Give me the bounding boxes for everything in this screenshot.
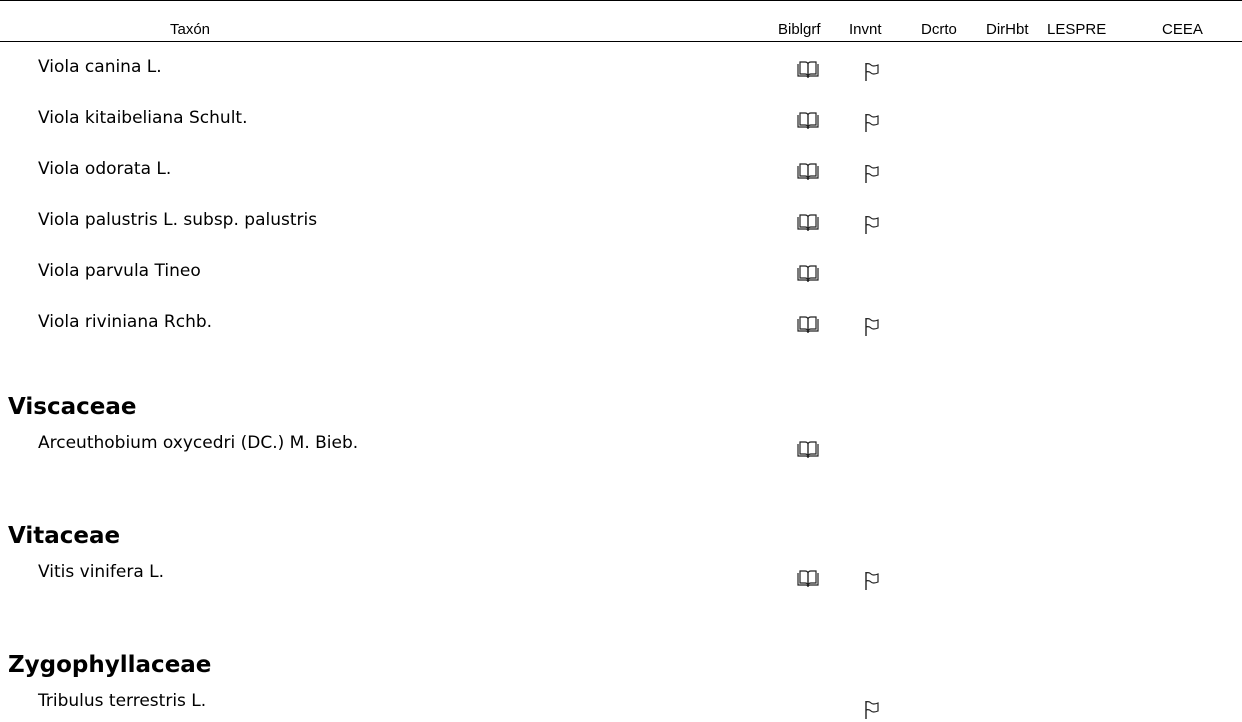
table-row[interactable]: Arceuthobium oxycedri (DC.) M. Bieb. [0,433,1242,459]
book-icon[interactable] [797,441,819,459]
flag-icon[interactable] [864,113,880,133]
table-row[interactable]: Viola riviniana Rchb. [0,312,1242,338]
table-row[interactable]: Viola canina L. [0,57,1242,83]
column-lespre: LESPRE [1047,21,1107,38]
family-heading: Viscaceae [8,394,137,420]
taxon-name[interactable]: Viola odorata L. [38,159,171,179]
taxon-name[interactable]: Viola kitaibeliana Schult. [38,108,248,128]
table-row[interactable]: Vitis vinifera L. [0,562,1242,588]
book-icon[interactable] [797,316,819,334]
family-heading: Vitaceae [8,523,121,549]
column-taxon: Taxón [170,21,211,38]
flag-icon[interactable] [864,317,880,337]
book-icon[interactable] [797,112,819,130]
book-icon[interactable] [797,214,819,232]
book-icon[interactable] [797,163,819,181]
table-row[interactable]: Viola palustris L. subsp. palustris [0,210,1242,236]
flag-icon[interactable] [864,700,880,720]
table-row[interactable]: Viola odorata L. [0,159,1242,185]
flag-icon[interactable] [864,571,880,591]
table-row[interactable]: Tribulus terrestris L. [0,691,1242,717]
taxon-name[interactable]: Viola riviniana Rchb. [38,312,212,332]
book-icon[interactable] [797,61,819,79]
taxon-name[interactable]: Viola parvula Tineo [38,261,201,281]
book-icon[interactable] [797,570,819,588]
taxon-name[interactable]: Viola palustris L. subsp. palustris [38,210,317,230]
column-dirhbt: DirHbt [986,21,1029,38]
column-dcrto: Dcrto [921,21,957,38]
flag-icon[interactable] [864,62,880,82]
flag-icon[interactable] [864,215,880,235]
taxon-name[interactable]: Vitis vinifera L. [38,562,164,582]
taxon-name[interactable]: Arceuthobium oxycedri (DC.) M. Bieb. [38,433,358,453]
column-biblgrf: Biblgrf [778,21,821,38]
taxon-name[interactable]: Viola canina L. [38,57,162,77]
book-icon[interactable] [797,265,819,283]
family-heading: Zygophyllaceae [8,652,212,678]
column-invnt: Invnt [849,21,882,38]
table-row[interactable]: Viola kitaibeliana Schult. [0,108,1242,134]
taxon-name[interactable]: Tribulus terrestris L. [38,691,206,711]
column-ceea: CEEA [1162,21,1203,38]
table-row[interactable]: Viola parvula Tineo [0,261,1242,287]
flag-icon[interactable] [864,164,880,184]
table-header: Taxón Biblgrf Invnt Dcrto DirHbt LESPRE … [0,0,1242,42]
